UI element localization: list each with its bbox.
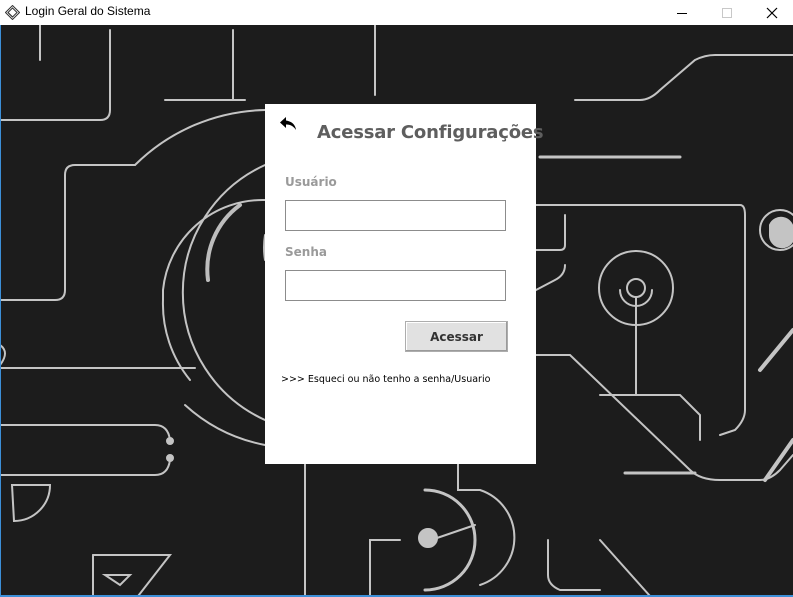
close-button[interactable]: [749, 0, 793, 25]
password-input[interactable]: [285, 270, 506, 301]
minimize-button[interactable]: [659, 0, 705, 25]
back-arrow-icon[interactable]: [278, 114, 298, 132]
window-title: Login Geral do Sistema: [25, 4, 151, 18]
window-left-border: [0, 25, 1, 597]
access-button[interactable]: Acessar: [405, 321, 508, 352]
app-logo-icon: [5, 5, 20, 20]
username-label: Usuário: [285, 175, 337, 189]
password-label: Senha: [285, 245, 327, 259]
close-icon: [766, 7, 778, 18]
forgot-credentials-link[interactable]: >>> Esqueci ou não tenho a senha/Usuario: [281, 374, 490, 385]
maximize-icon: [722, 7, 732, 18]
settings-login-panel: Acessar Configurações Usuário Senha Aces…: [265, 104, 544, 464]
maximize-button[interactable]: [704, 0, 750, 25]
panel-title: Acessar Configurações: [317, 122, 544, 143]
username-input[interactable]: [285, 200, 506, 231]
minimize-icon: [677, 12, 687, 14]
title-bar: Login Geral do Sistema: [0, 0, 793, 25]
